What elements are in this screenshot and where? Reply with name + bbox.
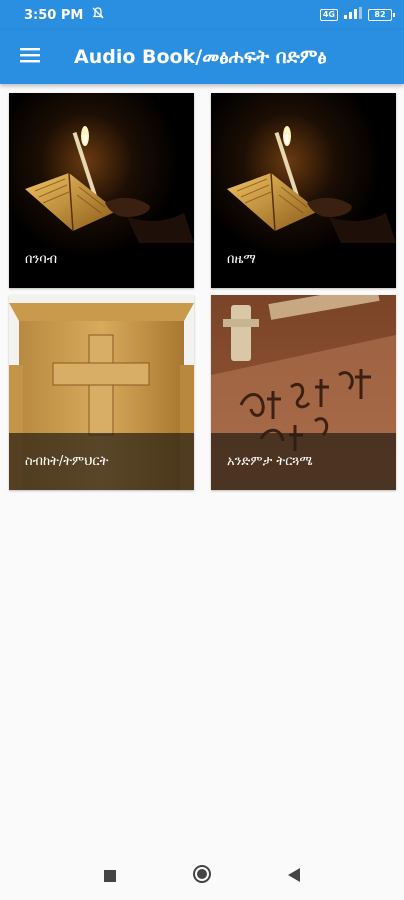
- category-label: ስብከት/ትምህርት: [25, 454, 109, 469]
- category-label-bar: አንድምታ ትርጓሜ: [211, 433, 396, 490]
- recents-square-icon: [104, 867, 116, 886]
- category-label-bar: ስብከት/ትምህርት: [9, 433, 194, 490]
- status-bar: 3:50 PM 4G 82: [0, 0, 404, 30]
- battery-icon: 82: [368, 9, 395, 21]
- home-button[interactable]: [190, 864, 214, 888]
- system-nav-bar: [0, 852, 404, 900]
- category-card-chant[interactable]: በዜማ: [211, 93, 396, 288]
- category-label: አንድምታ ትርጓሜ: [227, 454, 313, 469]
- status-time: 3:50 PM: [24, 7, 84, 23]
- category-label: በንባብ: [25, 252, 58, 267]
- network-type-badge: 4G: [319, 9, 338, 21]
- recents-button[interactable]: [98, 864, 122, 888]
- home-circle-icon: [192, 864, 212, 888]
- category-card-sermon[interactable]: ስብከት/ትምህርት: [9, 295, 194, 490]
- app-bar: Audio Book/መፅሐፍት በድምፅ: [0, 30, 404, 84]
- category-label-bar: በንባብ: [9, 231, 194, 288]
- page-title: Audio Book/መፅሐፍት በድምፅ: [74, 46, 327, 68]
- category-card-reading[interactable]: በንባብ: [9, 93, 194, 288]
- signal-icon: [344, 7, 362, 23]
- back-triangle-icon: [288, 867, 300, 886]
- category-label-bar: በዜማ: [211, 231, 396, 288]
- hamburger-menu-icon: [20, 47, 40, 67]
- mute-bell-icon: [91, 6, 105, 24]
- category-card-commentary[interactable]: አንድምታ ትርጓሜ: [211, 295, 396, 490]
- category-label: በዜማ: [227, 252, 256, 267]
- back-button[interactable]: [282, 864, 306, 888]
- menu-button[interactable]: [0, 30, 60, 84]
